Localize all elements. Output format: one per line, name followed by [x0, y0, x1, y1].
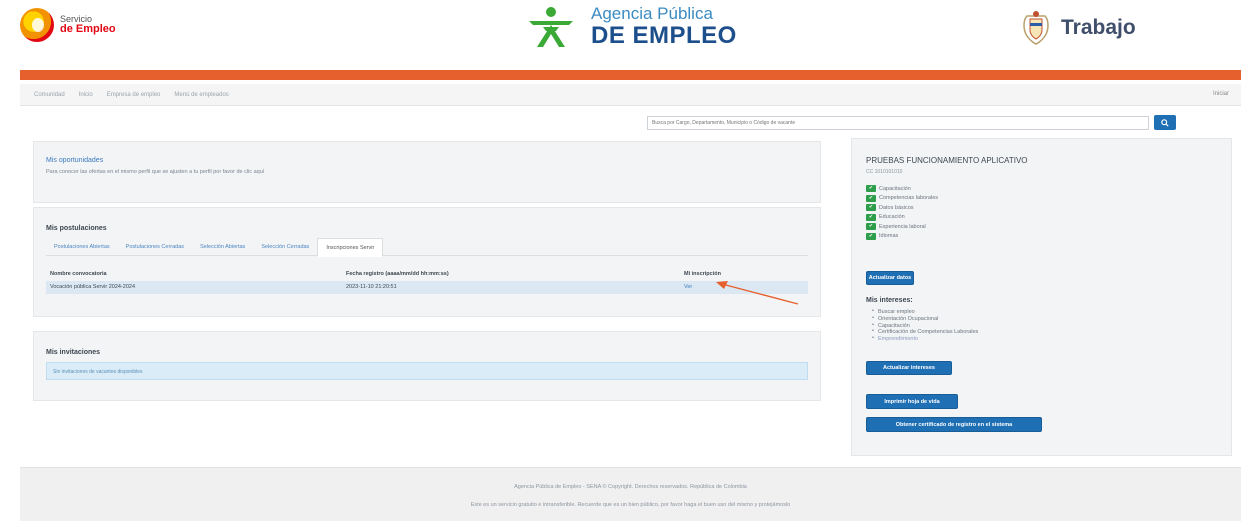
footer-copyright: Agencia Pública de Empleo - SENA © Copyr…	[514, 484, 747, 490]
update-interests-button[interactable]: Actualizar intereses	[866, 361, 952, 375]
section-label: Experiencia laboral	[879, 223, 926, 230]
profile-section-datos[interactable]: ✔ Datos básicos	[866, 203, 938, 213]
servicio-empleo-mark-icon	[20, 8, 54, 42]
apl-line2: DE EMPLEO	[591, 22, 737, 50]
oportunidades-panel: Mis oportunidades Para conocer las ofert…	[33, 141, 821, 203]
coat-of-arms-icon	[1019, 10, 1053, 46]
col-inscripcion: Mi inscripción	[684, 271, 721, 277]
postulaciones-title: Mis postulaciones	[46, 225, 107, 232]
invitaciones-message: Sin invitaciones de vacantes disponibles	[46, 362, 808, 380]
search-input[interactable]	[647, 116, 1149, 130]
servicio-empleo-logo[interactable]: Servicio de Empleo	[20, 8, 116, 42]
postulaciones-tabs: Postulaciones Abiertas Postulaciones Cer…	[46, 238, 808, 257]
profile-section-experiencia[interactable]: ✔ Experiencia laboral	[866, 222, 938, 232]
agencia-publica-logo[interactable]: Agencia Pública DE EMPLEO	[523, 5, 737, 49]
tab-postulaciones-cerradas[interactable]: Postulaciones Cerradas	[118, 238, 192, 256]
postulaciones-panel: Mis postulaciones Postulaciones Abiertas…	[33, 207, 821, 317]
logo-left-big: de Empleo	[60, 23, 116, 35]
sena-icon	[523, 5, 579, 49]
breadcrumb: Comunidad Inicio Empresa de empleo Menú …	[20, 84, 1241, 106]
tab-seleccion-abiertas[interactable]: Selección Abiertas	[192, 238, 253, 256]
section-label: Educación	[879, 214, 905, 221]
profile-sections-list: ✔ Capacitación ✔ Competencias laborales ✔ D…	[866, 184, 938, 241]
site-footer: Agencia Pública de Empleo - SENA © Copyr…	[20, 467, 1241, 521]
row-fecha: 2023-11-10 21:20:51	[346, 284, 397, 290]
apl-line1: Agencia Pública	[591, 4, 713, 24]
profile-name: PRUEBAS FUNCIONAMIENTO APLICATIVO	[866, 156, 1028, 165]
footer-notice: Este es un servicio gratuito e intransfe…	[470, 502, 791, 508]
list-item: Capacitación	[872, 322, 978, 330]
check-icon: ✔	[866, 223, 876, 231]
col-nombre: Nombre convocatoria	[50, 271, 107, 277]
site-header: Servicio de Empleo Agencia Pública DE EM…	[0, 0, 1241, 70]
section-label: Competencias laborales	[879, 195, 939, 202]
check-icon: ✔	[866, 194, 876, 202]
profile-section-competencias[interactable]: ✔ Competencias laborales	[866, 194, 938, 204]
search-bar	[647, 115, 1176, 130]
section-label: Capacitación	[879, 185, 911, 192]
tab-postulaciones-abiertas[interactable]: Postulaciones Abiertas	[46, 238, 118, 256]
check-icon: ✔	[866, 204, 876, 212]
agencia-publica-wordmark: Agencia Pública DE EMPLEO	[591, 5, 737, 48]
search-button[interactable]	[1154, 115, 1176, 130]
invitaciones-panel: Mis invitaciones Sin invitaciones de vac…	[33, 331, 821, 401]
profile-section-capacitacion[interactable]: ✔ Capacitación	[866, 184, 938, 194]
oportunidades-text: Para conocer las ofertas en el mismo per…	[46, 169, 265, 175]
profile-sidebar: PRUEBAS FUNCIONAMIENTO APLICATIVO CC 101…	[851, 138, 1232, 456]
row-nombre: Vocación pública Servir 2024-2024	[50, 284, 136, 290]
col-fecha: Fecha registro (aaaa/mm/dd hh:mm:ss)	[346, 271, 449, 277]
postulaciones-table-header: Nombre convocatoria Fecha registro (aaaa…	[46, 268, 808, 280]
ministerio-trabajo-logo[interactable]: Trabajo	[1019, 10, 1136, 46]
check-icon: ✔	[866, 185, 876, 193]
section-label: Idiomas	[879, 233, 899, 240]
list-item: Certificación de Competencias Laborales	[872, 328, 978, 336]
tab-seleccion-cerradas[interactable]: Selección Cerradas	[253, 238, 317, 256]
breadcrumb-item-inicio[interactable]: Inicio	[79, 92, 93, 98]
profile-document: CC 1010101010	[866, 169, 903, 175]
breadcrumb-item-comunidad[interactable]: Comunidad	[34, 92, 65, 98]
check-icon: ✔	[866, 213, 876, 221]
section-label: Datos básicos	[879, 204, 914, 211]
oportunidades-title[interactable]: Mis oportunidades	[46, 157, 103, 164]
breadcrumb-item-menu[interactable]: Menú de empleados	[174, 92, 228, 98]
annotation-arrow-icon	[716, 281, 799, 305]
list-item: Buscar empleo	[872, 308, 978, 316]
tab-inscripciones-servir[interactable]: Inscripciones Servir	[317, 238, 384, 257]
list-item: Orientación Ocupacional	[872, 315, 978, 323]
user-menu-link[interactable]: Iniciar	[1213, 91, 1229, 97]
breadcrumb-item-empresa[interactable]: Empresa de empleo	[107, 92, 161, 98]
trabajo-wordmark: Trabajo	[1061, 16, 1136, 39]
print-cv-button[interactable]: Imprimir hoja de vida	[866, 394, 958, 409]
update-data-button[interactable]: Actualizar datos	[866, 271, 914, 285]
interests-title: Mis intereses:	[866, 297, 913, 304]
profile-section-idiomas[interactable]: ✔ Idiomas	[866, 232, 938, 242]
ver-inscripcion-link[interactable]: Ver	[684, 284, 692, 290]
table-row: Vocación pública Servir 2024-2024 2023-1…	[46, 281, 808, 294]
servicio-empleo-wordmark: Servicio de Empleo	[60, 15, 116, 35]
list-item[interactable]: Emprendimiento	[872, 335, 978, 343]
header-accent-bar	[20, 70, 1241, 80]
profile-section-educacion[interactable]: ✔ Educación	[866, 213, 938, 223]
invitaciones-title: Mis invitaciones	[46, 349, 101, 356]
registration-certificate-button[interactable]: Obtener certificado de registro en el si…	[866, 417, 1042, 432]
search-icon	[1161, 118, 1169, 127]
check-icon: ✔	[866, 232, 876, 240]
interests-list: Buscar empleo Orientación Ocupacional Ca…	[872, 308, 978, 343]
